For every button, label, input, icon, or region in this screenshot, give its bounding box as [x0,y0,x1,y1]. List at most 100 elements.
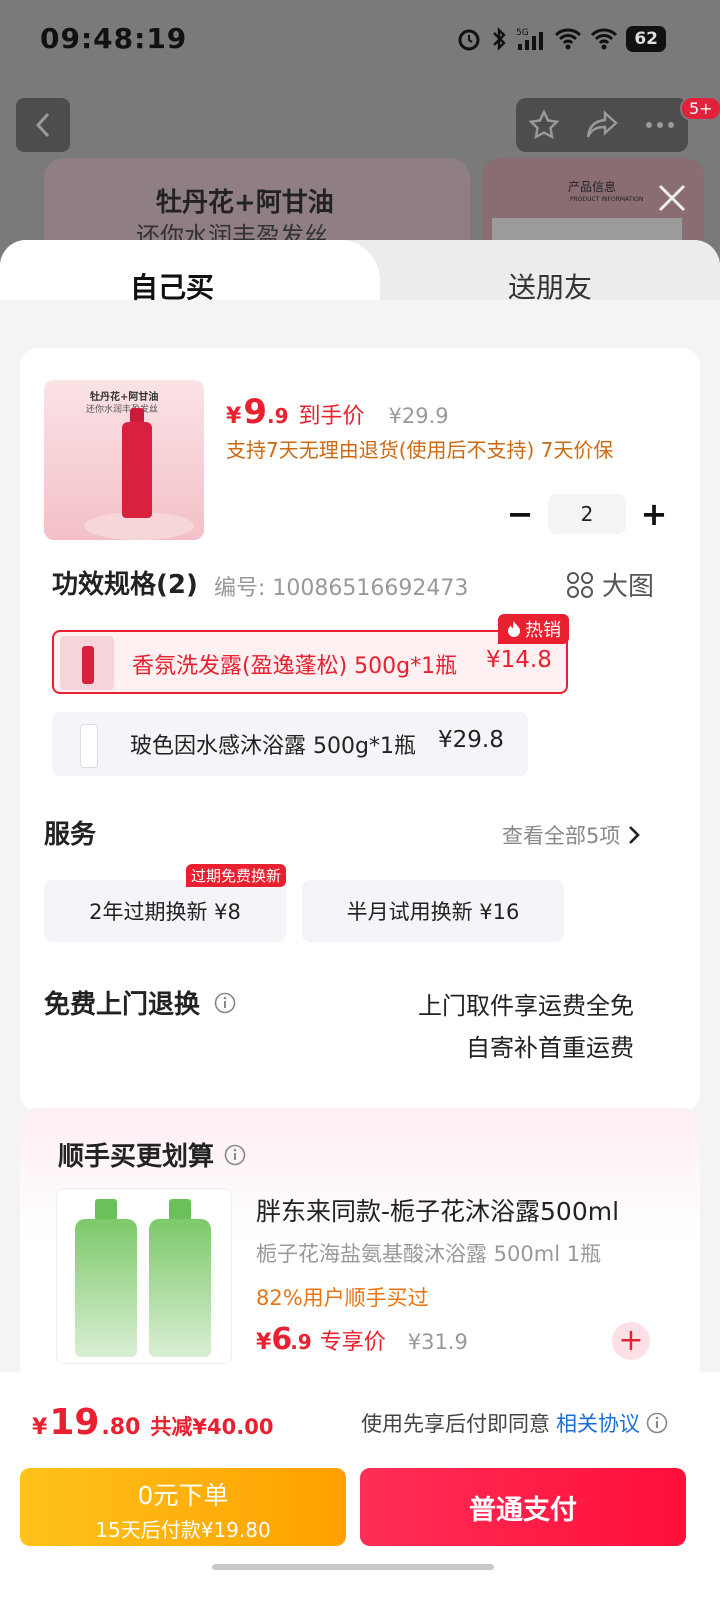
chevron-right-icon [629,826,641,844]
service-option-trial[interactable]: 半月试用换新 ¥16 [302,880,564,942]
hot-badge-label: 热销 [525,620,561,641]
service-badge: 过期免费换新 [186,864,287,887]
status-icons: 5G 62 [456,26,666,52]
back-button[interactable] [16,98,70,152]
service-option-expiry[interactable]: 2年过期换新 ¥8 [44,880,286,942]
services-title: 服务 [44,820,97,850]
return-note: 支持7天无理由退货(使用后不支持) 7天价保 [226,438,614,462]
addon-product-spec: 栀子花海盐氨基酸沐浴露 500ml 1瓶 [256,1242,602,1266]
tab-divider [0,300,720,340]
decrease-button[interactable]: − [504,495,536,533]
product-code: 编号: 10086516692473 [214,576,469,601]
addon-price-symbol: ¥ [256,1330,272,1355]
addon-product-image[interactable] [56,1188,232,1364]
addon-price-decimal: .9 [290,1330,312,1354]
pump-shape [95,1199,117,1221]
home-indicator[interactable] [212,1564,494,1570]
hot-badge: 热销 [498,614,569,644]
bottle-shape [122,422,152,518]
spec-title: 功效规格(2) [52,570,198,600]
price-integer: 9 [243,392,267,432]
total-saved: 共减¥40.00 [150,1415,274,1439]
wifi-icon [555,28,582,50]
info-icon[interactable] [214,992,236,1014]
spec-option-thumb [60,636,114,690]
spec-option-price: ¥29.8 [438,727,504,753]
close-icon[interactable] [654,180,690,216]
spec-option-selected[interactable]: 香氛洗发露(盈逸蓬松) 500g*1瓶 ¥14.8 [52,630,568,694]
purchase-sheet: 自己买 送朋友 牡丹花+阿甘油 还你水润丰盈发丝 ¥ 9 .9 到手价 ¥29.… [0,240,720,1600]
addon-title-label: 顺手买更划算 [58,1142,215,1172]
original-price: ¥29.9 [388,404,449,428]
services-more-label: 查看全部5项 [502,824,621,848]
big-image-label: 大图 [602,572,655,602]
agreement-label: 使用先享后付即同意 [361,1412,550,1436]
addon-price-tag: 专享价 [319,1330,386,1355]
services-more-link[interactable]: 查看全部5项 [502,820,641,850]
status-time: 09:48:19 [40,22,188,55]
bottle-shape [149,1219,211,1357]
price-tag: 到手价 [298,404,365,429]
add-addon-button[interactable]: + [612,1322,650,1360]
pay-later-button[interactable]: 0元下单 15天后付款¥19.80 [20,1468,346,1546]
pump-shape [169,1199,191,1221]
signal-icon: 5G [516,28,544,50]
price-symbol: ¥ [226,404,242,429]
info-icon[interactable] [646,1412,668,1434]
info-card-subtitle: PRODUCT INFORMATION [570,196,644,203]
normal-pay-button[interactable]: 普通支付 [360,1468,686,1546]
price-decimal: .9 [266,404,289,428]
tab-self-label[interactable]: 自己买 [130,266,214,306]
notification-badge: 5+ [680,96,720,121]
spec-option-label: 香氛洗发露(盈逸蓬松) 500g*1瓶 [132,654,458,679]
addon-price-row: ¥ 6 .9 专享价 ¥31.9 [256,1322,468,1357]
addon-price-integer: 6 [271,1322,293,1357]
thumb-bottle-shape [80,724,98,768]
pay-later-sub: 15天后付款¥19.80 [95,1518,271,1542]
free-return-title: 免费上门退换 [44,984,236,1021]
addon-original-price: ¥31.9 [407,1330,468,1354]
total-price: ¥ 19 .80 共减¥40.00 [32,1402,273,1443]
info-card-title: 产品信息 [568,180,617,194]
spec-option[interactable]: 玻色因水感沐浴露 500g*1瓶 ¥29.8 [52,712,528,776]
product-card: 牡丹花+阿甘油 还你水润丰盈发丝 ¥ 9 .9 到手价 ¥29.9 支持7天无理… [20,348,700,1112]
share-icon[interactable] [585,110,619,140]
total-price-decimal: .80 [101,1415,141,1440]
price-row: ¥ 9 .9 到手价 ¥29.9 [226,392,449,432]
spec-option-thumb [68,718,108,770]
info-icon[interactable] [224,1144,246,1166]
bluetooth-icon [493,27,507,51]
product-image[interactable]: 牡丹花+阿甘油 还你水润丰盈发丝 [44,380,204,540]
star-icon[interactable] [528,109,560,141]
addon-title: 顺手买更划算 [58,1136,246,1173]
agreement-text: 使用先享后付即同意 相关协议 [361,1408,668,1438]
addon-card: 顺手买更划算 胖东来同款-栀子花沐浴露500ml 栀子花海盐氨基酸沐浴露 500… [20,1108,700,1408]
bottle-shape [75,1219,137,1357]
free-return-label: 免费上门退换 [44,990,201,1020]
status-bar: 09:48:19 5G 62 [0,0,720,80]
quantity-value[interactable]: 2 [548,494,626,534]
grid-icon [567,571,593,598]
flame-icon [508,621,520,637]
total-price-symbol: ¥ [32,1415,48,1440]
big-image-button[interactable]: 大图 [566,566,654,603]
alarm-icon [458,29,480,51]
more-icon[interactable] [644,120,676,130]
product-image-subtitle: 还你水润丰盈发丝 [86,405,159,415]
agreement-link[interactable]: 相关协议 [556,1408,640,1438]
tab-gift[interactable]: 送朋友 [508,266,592,306]
battery-indicator: 62 [626,26,666,52]
chevron-left-icon [35,112,50,138]
total-price-integer: 19 [49,1402,100,1443]
checkout-bar: ¥ 19 .80 共减¥40.00 使用先享后付即同意 相关协议 0元下单 15… [0,1372,720,1600]
spec-option-price: ¥14.8 [486,647,552,673]
addon-buy-rate: 82%用户顺手买过 [256,1286,429,1310]
banner-title: 牡丹花+阿甘油 [156,188,334,218]
increase-button[interactable]: + [638,495,670,533]
nav-actions [516,98,688,152]
free-return-line1: 上门取件享运费全免 [418,992,634,1020]
pay-later-label: 0元下单 [137,1481,229,1510]
addon-product-name[interactable]: 胖东来同款-栀子花沐浴露500ml [256,1192,619,1228]
wifi-icon-2 [591,28,618,50]
spec-option-label: 玻色因水感沐浴露 500g*1瓶 [130,734,416,759]
